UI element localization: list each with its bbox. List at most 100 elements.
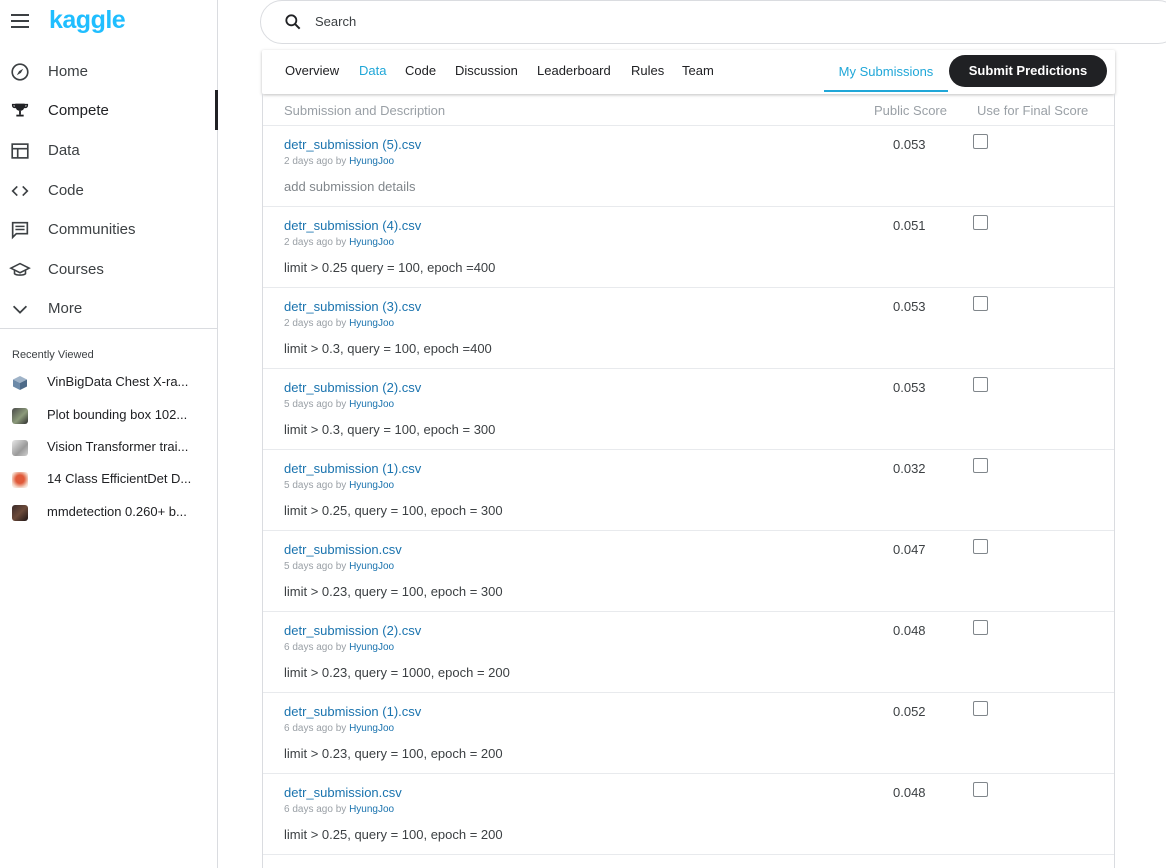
sidebar-item-compete[interactable]: Compete [0,90,218,130]
submission-user-link[interactable]: HyungJoo [349,480,394,491]
notebook-thumbnail-icon [12,472,28,488]
use-for-final-checkbox[interactable] [973,296,988,311]
submission-meta: 5 days ago by HyungJoo [284,561,394,572]
table-icon [11,143,29,159]
recent-item[interactable]: mmdetection 0.260+ b... [0,499,217,527]
recent-item[interactable]: VinBigData Chest X-ra... [0,369,217,397]
sidebar-item-label: Compete [48,101,109,119]
submission-file-link[interactable]: detr_submission (3).csv [284,299,421,314]
tab-discussion[interactable]: Discussion [455,63,518,78]
tab-my-submissions[interactable]: My Submissions [824,64,948,79]
submit-predictions-button[interactable]: Submit Predictions [949,55,1107,87]
submission-time: 5 days ago [284,480,333,491]
submission-file-link[interactable]: detr_submission.csv [284,785,402,800]
submission-meta: 2 days ago by HyungJoo [284,318,394,329]
sidebar-item-code[interactable]: Code [0,170,218,210]
column-header-description: Submission and Description [284,103,446,118]
column-header-public-score: Public Score [874,103,947,118]
public-score: 0.053 [893,299,926,314]
recently-viewed-title: Recently Viewed [12,349,94,361]
kaggle-logo[interactable]: kaggle [49,6,126,35]
use-for-final-checkbox[interactable] [973,134,988,149]
use-for-final-checkbox[interactable] [973,539,988,554]
sidebar-item-label: Data [48,141,80,159]
submission-file-link[interactable]: detr_submission (4).csv [284,218,421,233]
submission-user-link[interactable]: HyungJoo [349,561,394,572]
use-for-final-checkbox[interactable] [973,377,988,392]
by-word: by [335,237,347,248]
submission-file-link[interactable]: detr_submission (5).csv [284,137,421,152]
use-for-final-checkbox[interactable] [973,620,988,635]
sidebar-item-data[interactable]: Data [0,130,218,170]
submission-description: limit > 0.25, query = 100, epoch = 300 [284,503,503,518]
by-word: by [335,399,347,410]
notebook-thumbnail-icon [12,440,28,456]
submission-meta: 5 days ago by HyungJoo [284,480,394,491]
recent-item[interactable]: Plot bounding box 102... [0,402,217,430]
submission-description: limit > 0.3, query = 100, epoch = 300 [284,422,496,437]
submission-description: limit > 0.23, query = 1000, epoch = 200 [284,665,510,680]
public-score: 0.048 [893,785,926,800]
by-word: by [335,804,347,815]
search-bar[interactable]: Search [260,0,1166,44]
submission-meta: 6 days ago by HyungJoo [284,642,394,653]
submission-user-link[interactable]: HyungJoo [349,156,394,167]
submission-description: limit > 0.3, query = 100, epoch =400 [284,341,492,356]
sidebar-item-courses[interactable]: Courses [0,249,218,289]
search-input[interactable]: Search [315,14,356,29]
submission-file-link[interactable]: detr_submission (2).csv [284,623,421,638]
tab-overview[interactable]: Overview [285,63,339,78]
tab-team[interactable]: Team [682,63,714,78]
recent-item[interactable]: Vision Transformer trai... [0,434,217,462]
by-word: by [335,561,347,572]
use-for-final-checkbox[interactable] [973,458,988,473]
use-for-final-checkbox[interactable] [973,215,988,230]
submission-user-link[interactable]: HyungJoo [349,723,394,734]
submission-user-link[interactable]: HyungJoo [349,804,394,815]
submission-time: 6 days ago [284,723,333,734]
submission-user-link[interactable]: HyungJoo [349,642,394,653]
public-score: 0.053 [893,137,926,152]
recent-item-label: 14 Class EfficientDet D... [47,471,192,486]
table-row: detr_submission (1).csv 5 days ago by Hyu… [263,450,1114,531]
submission-time: 2 days ago [284,318,333,329]
recent-item-label: Plot bounding box 102... [47,407,188,422]
use-for-final-checkbox[interactable] [973,782,988,797]
tab-my-submissions-underline [824,90,948,92]
notebook-thumbnail-icon [12,505,28,521]
submission-file-link[interactable]: detr_submission (1).csv [284,461,421,476]
tab-leaderboard[interactable]: Leaderboard [537,63,611,78]
sidebar-divider [0,328,217,329]
sidebar-item-home[interactable]: Home [0,51,218,91]
submission-description: limit > 0.23, query = 100, epoch = 200 [284,746,503,761]
submission-user-link[interactable]: HyungJoo [349,399,394,410]
compass-icon [11,63,29,81]
submission-file-link[interactable]: detr_submission (1).csv [284,704,421,719]
recent-item[interactable]: 14 Class EfficientDet D... [0,466,217,494]
submission-user-link[interactable]: HyungJoo [349,237,394,248]
use-for-final-checkbox[interactable] [973,701,988,716]
public-score: 0.048 [893,623,926,638]
submission-file-link[interactable]: detr_submission.csv [284,542,402,557]
tab-rules[interactable]: Rules [631,63,664,78]
table-row: detr_submission (4).csv 2 days ago by Hyu… [263,207,1114,288]
public-score: 0.032 [893,461,926,476]
sidebar-item-label: Code [48,181,84,199]
sidebar-item-label: Home [48,62,89,80]
dataset-cube-icon [13,376,27,390]
table-row: detr_submission (2).csv 6 days ago by Hyu… [263,612,1114,693]
sidebar-item-communities[interactable]: Communities [0,209,218,249]
submission-file-link[interactable]: detr_submission (2).csv [284,380,421,395]
search-icon [285,14,301,30]
sidebar-item-more[interactable]: More [0,288,218,328]
add-details-link[interactable]: add submission details [284,179,416,194]
submission-meta: 2 days ago by HyungJoo [284,156,394,167]
sidebar-item-label: Courses [48,260,104,278]
tab-data[interactable]: Data [359,63,386,78]
brand-bar: kaggle [0,0,218,44]
submission-user-link[interactable]: HyungJoo [349,318,394,329]
table-row: detr_submission (2).csv 5 days ago by Hyu… [263,369,1114,450]
submission-time: 6 days ago [284,804,333,815]
tab-code[interactable]: Code [405,63,436,78]
hamburger-menu-icon[interactable] [11,14,29,28]
